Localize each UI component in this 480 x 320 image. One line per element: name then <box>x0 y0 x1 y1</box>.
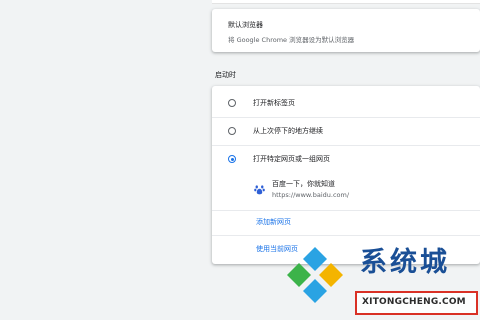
startup-option-label: 从上次停下的地方继续 <box>253 127 323 135</box>
watermark-brand: 系统城 <box>360 247 450 278</box>
startup-page-url: https://www.baidu.com/ <box>272 191 350 199</box>
add-page-row: 添加新网页 <box>212 210 480 234</box>
startup-option-specific-pages[interactable]: 打开特定网页或一组网页 <box>212 146 480 172</box>
startup-card: 打开新标签页 从上次停下的地方继续 打开特定网页或一组网页 百度一下，你就知道 … <box>212 86 480 264</box>
watermark-url: XITONGCHENG.COM <box>362 297 466 307</box>
radio-specific-pages[interactable] <box>228 155 236 163</box>
default-browser-subtitle: 将 Google Chrome 浏览器设为默认浏览器 <box>228 36 355 44</box>
startup-page-entry[interactable]: 百度一下，你就知道 https://www.baidu.com/ <box>252 175 480 209</box>
watermark-url-box: XITONGCHENG.COM <box>355 291 478 315</box>
startup-page-title: 百度一下，你就知道 <box>272 180 335 188</box>
baidu-paw-icon <box>254 185 265 195</box>
startup-option-label: 打开特定网页或一组网页 <box>253 155 330 163</box>
divider <box>212 235 480 236</box>
watermark-logo-icon <box>287 247 343 303</box>
top-card-edge <box>212 0 480 4</box>
default-browser-title: 默认浏览器 <box>228 21 263 29</box>
startup-option-new-tab[interactable]: 打开新标签页 <box>212 90 480 116</box>
startup-option-continue[interactable]: 从上次停下的地方继续 <box>212 118 480 144</box>
default-browser-card: 默认浏览器 将 Google Chrome 浏览器设为默认浏览器 <box>212 9 480 52</box>
radio-continue[interactable] <box>228 127 236 135</box>
startup-section-title: 启动时 <box>215 71 236 79</box>
add-new-page-link[interactable]: 添加新网页 <box>256 217 291 227</box>
radio-new-tab[interactable] <box>228 99 236 107</box>
startup-option-label: 打开新标签页 <box>253 99 295 107</box>
